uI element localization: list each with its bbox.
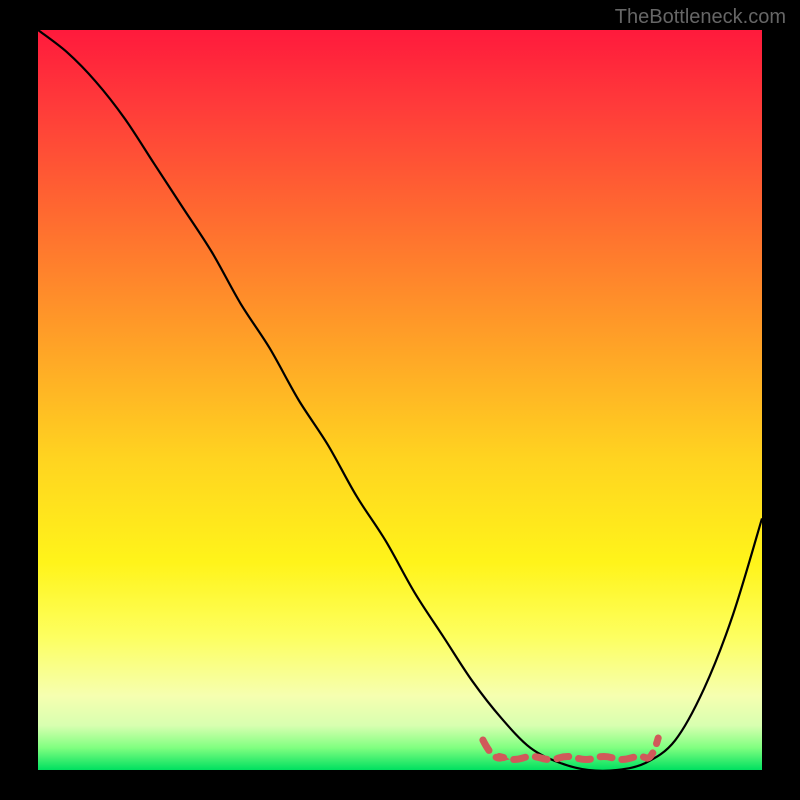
chart-svg (38, 30, 762, 770)
curve-line (38, 30, 762, 770)
watermark-text: TheBottleneck.com (615, 6, 786, 29)
chart-plot-area (38, 30, 762, 770)
highlight-bottom-marker (483, 738, 658, 760)
